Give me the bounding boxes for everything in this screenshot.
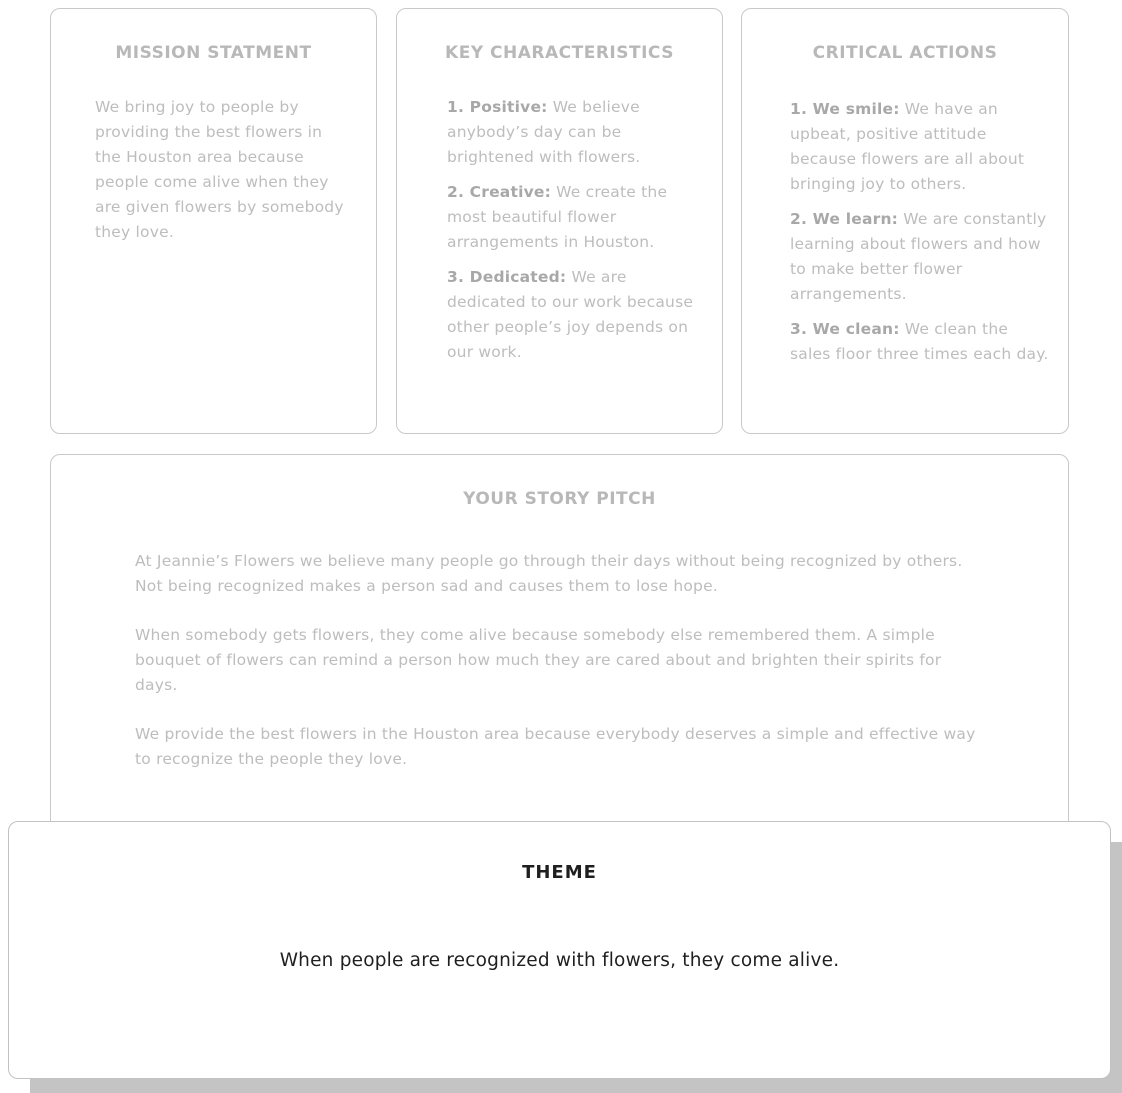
characteristic-item: 2. Creative: We create the most beautifu…	[447, 180, 702, 255]
story-pitch-paragraph: When somebody gets flowers, they come al…	[135, 626, 942, 694]
mission-statement-title: MISSION STATMENT	[115, 43, 312, 63]
story-pitch-card: YOUR STORY PITCH At Jeannie’s Flowers we…	[50, 454, 1069, 854]
story-pitch-body: At Jeannie’s Flowers we believe many peo…	[135, 549, 984, 796]
characteristic-label: 2. Creative:	[447, 183, 551, 201]
theme-card: THEME When people are recognized with fl…	[8, 821, 1111, 1079]
characteristic-item: 1. Positive: We believe anybody’s day ca…	[447, 95, 702, 170]
key-characteristics-card: KEY CHARACTERISTICS 1. Positive: We beli…	[396, 8, 723, 434]
key-characteristics-list: 1. Positive: We believe anybody’s day ca…	[447, 95, 702, 375]
characteristic-label: 1. Positive:	[447, 98, 548, 116]
mission-statement-text: We bring joy to people by providing the …	[95, 98, 344, 241]
characteristic-item: 3. Dedicated: We are dedicated to our wo…	[447, 265, 702, 365]
action-label: 1. We smile:	[790, 100, 900, 118]
characteristic-label: 3. Dedicated:	[447, 268, 567, 286]
critical-actions-card: CRITICAL ACTIONS 1. We smile: We have an…	[741, 8, 1069, 434]
critical-actions-title: CRITICAL ACTIONS	[812, 43, 998, 63]
story-pitch-title: YOUR STORY PITCH	[463, 489, 656, 509]
story-pitch-paragraph: At Jeannie’s Flowers we believe many peo…	[135, 552, 963, 595]
mission-statement-card: MISSION STATMENT We bring joy to people …	[50, 8, 377, 434]
action-item: 3. We clean: We clean the sales floor th…	[790, 317, 1050, 367]
story-pitch-paragraph: We provide the best flowers in the Houst…	[135, 725, 976, 768]
critical-actions-list: 1. We smile: We have an upbeat, positive…	[790, 97, 1050, 377]
theme-statement: When people are recognized with flowers,…	[279, 950, 840, 971]
action-item: 1. We smile: We have an upbeat, positive…	[790, 97, 1050, 197]
action-label: 2. We learn:	[790, 210, 899, 228]
action-label: 3. We clean:	[790, 320, 900, 338]
key-characteristics-title: KEY CHARACTERISTICS	[445, 43, 674, 63]
action-item: 2. We learn: We are constantly learning …	[790, 207, 1050, 307]
theme-title: THEME	[522, 862, 597, 883]
